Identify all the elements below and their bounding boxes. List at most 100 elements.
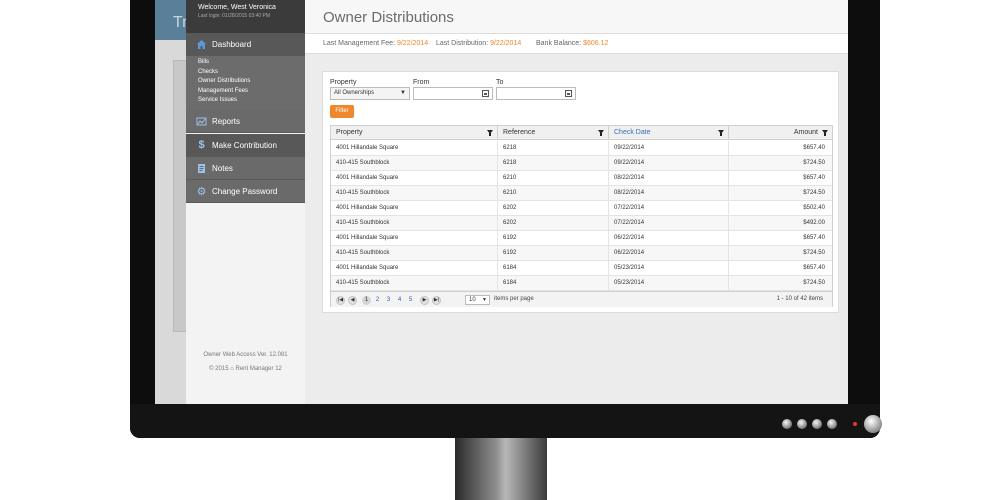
monitor-stage: Tr T 14 14 14 14 14 14 14 14 14 Welcome,…	[0, 0, 1000, 500]
sidebar-item-dashboard[interactable]: Dashboard	[186, 33, 305, 56]
cell-amount: $724.50	[803, 160, 825, 166]
cell-amount: $492.00	[803, 220, 825, 226]
page-size-select[interactable]: 10 ▼	[465, 295, 490, 305]
calendar-icon[interactable]	[565, 90, 572, 97]
notes-icon	[196, 163, 207, 174]
pager-page-2[interactable]: 2	[373, 296, 382, 305]
caret-down-icon: ▼	[482, 297, 487, 303]
table-row[interactable]: 4001 Hillandale Square 6210 08/22/2014 $657…	[331, 171, 832, 186]
property-select[interactable]: All Ownerships ▼	[330, 87, 410, 100]
cell-property: 4001 Hillandale Square	[331, 171, 498, 186]
submenu-item-management-fees[interactable]: Management Fees	[198, 87, 305, 97]
cell-amount: $724.50	[803, 190, 825, 196]
cell-property: 410-415 Southblock	[331, 246, 498, 261]
filter-funnel-icon[interactable]	[822, 130, 828, 136]
submenu-item-owner-distributions[interactable]: Owner Distributions	[198, 77, 305, 87]
caret-down-icon: ▼	[400, 90, 406, 96]
cell-reference: 6184	[498, 276, 609, 291]
balance-value: $606.12	[583, 40, 609, 47]
table-row[interactable]: 410-415 Southblock 6192 06/22/2014 $724.50	[331, 246, 832, 261]
pager-page-1[interactable]: 1	[362, 296, 371, 305]
pager-prev-button[interactable]: ◀	[348, 296, 357, 305]
cell-amount: $724.50	[803, 250, 825, 256]
cell-check-date: 08/22/2014	[609, 171, 729, 186]
filter-button[interactable]: Filter	[330, 105, 354, 118]
sidebar-item-label: Dashboard	[212, 39, 252, 49]
cell-reference: 6202	[498, 216, 609, 231]
submenu-item-checks[interactable]: Checks	[198, 68, 305, 78]
power-led	[853, 422, 857, 426]
rent-manager-logo-icon: ⌂	[230, 366, 234, 372]
cell-check-date: 09/22/2014	[609, 141, 729, 156]
pager-page-3[interactable]: 3	[384, 296, 393, 305]
sidebar-item-change-password[interactable]: ⚙ Change Password	[186, 180, 305, 203]
cell-reference: 6218	[498, 156, 609, 171]
sidebar-item-notes[interactable]: Notes	[186, 157, 305, 180]
cell-property: 4001 Hillandale Square	[331, 141, 498, 156]
table-row[interactable]: 4001 Hillandale Square 6184 05/23/2014 $657…	[331, 261, 832, 276]
cell-check-date: 05/23/2014	[609, 261, 729, 276]
grid-pager: |◀ ◀ 1 2 3 4 5 ▶ ▶| 10 ▼ items per page …	[331, 291, 832, 307]
filter-funnel-icon[interactable]	[598, 130, 604, 136]
from-label: From	[413, 79, 430, 86]
last-fee-value: 9/22/2014	[396, 40, 429, 47]
cell-amount: $657.40	[803, 235, 825, 241]
cell-property: 410-415 Southblock	[331, 186, 498, 201]
monitor-bezel-bottom	[130, 404, 880, 438]
reports-icon	[196, 116, 207, 127]
cell-check-date: 06/22/2014	[609, 231, 729, 246]
pager-first-button[interactable]: |◀	[336, 296, 345, 305]
pager-page-4[interactable]: 4	[395, 296, 404, 305]
calendar-icon[interactable]	[482, 90, 489, 97]
monitor-button[interactable]	[812, 419, 822, 429]
sidebar-item-label: Notes	[212, 163, 233, 173]
monitor-button[interactable]	[827, 419, 837, 429]
cell-reference: 6210	[498, 186, 609, 201]
cell-property: 410-415 Southblock	[331, 216, 498, 231]
submenu-item-bills[interactable]: Bills	[198, 58, 305, 68]
filter-funnel-icon[interactable]	[718, 130, 724, 136]
pager-page-5[interactable]: 5	[406, 296, 415, 305]
from-date-input[interactable]	[413, 87, 493, 100]
dollar-icon: $	[198, 139, 205, 151]
sidebar-item-make-contribution[interactable]: $ Make Contribution	[186, 134, 305, 157]
table-row[interactable]: 4001 Hillandale Square 6218 09/22/2014 $657…	[331, 141, 832, 156]
table-row[interactable]: 4001 Hillandale Square 6202 07/22/2014 $502…	[331, 201, 832, 216]
power-button[interactable]	[864, 415, 882, 433]
column-header-check-date[interactable]: Check Date	[609, 126, 729, 140]
cell-check-date: 07/22/2014	[609, 201, 729, 216]
dashboard-submenu: Bills Checks Owner Distributions Managem…	[186, 56, 305, 110]
monitor-stand	[455, 438, 547, 500]
sidebar-item-reports[interactable]: Reports	[186, 110, 305, 133]
welcome-text: Welcome, West Veronica	[198, 4, 276, 11]
monitor-button[interactable]	[782, 419, 792, 429]
title-bar: Owner Distributions	[305, 0, 848, 34]
monitor-button[interactable]	[797, 419, 807, 429]
last-distribution: Last Distribution: 9/22/2014	[436, 40, 521, 47]
submenu-item-service-issues[interactable]: Service Issues	[198, 96, 305, 106]
pager-last-button[interactable]: ▶|	[432, 296, 441, 305]
column-header-reference[interactable]: Reference	[498, 126, 609, 140]
brand-text: Rent Manager	[235, 366, 274, 372]
sidebar-user-header: Welcome, West Veronica Last login: 01/28…	[186, 0, 305, 33]
table-row[interactable]: 410-415 Southblock 6184 05/23/2014 $724.50	[331, 276, 832, 291]
last-fee-label: Last Management Fee:	[323, 40, 395, 47]
cell-amount: $657.40	[803, 145, 825, 151]
sidebar: Welcome, West Veronica Last login: 01/28…	[186, 0, 305, 404]
cell-check-date: 07/22/2014	[609, 216, 729, 231]
table-row[interactable]: 4001 Hillandale Square 6192 06/22/2014 $657…	[331, 231, 832, 246]
to-date-input[interactable]	[496, 87, 576, 100]
distributions-card: Property All Ownerships ▼ From To Filter…	[322, 71, 839, 313]
column-header-amount[interactable]: Amount	[729, 126, 832, 140]
cell-reference: 6202	[498, 201, 609, 216]
table-row[interactable]: 410-415 Southblock 6218 09/22/2014 $724.50	[331, 156, 832, 171]
last-management-fee: Last Management Fee: 9/22/2014	[323, 40, 428, 47]
table-row[interactable]: 410-415 Southblock 6210 08/22/2014 $724.50	[331, 186, 832, 201]
table-row[interactable]: 410-415 Southblock 6202 07/22/2014 $492.00	[331, 216, 832, 231]
filter-funnel-icon[interactable]	[487, 130, 493, 136]
column-header-property[interactable]: Property	[331, 126, 498, 140]
sidebar-item-label: Reports	[212, 116, 241, 126]
cell-reference: 6184	[498, 261, 609, 276]
sidebar-item-label: Make Contribution	[212, 140, 277, 150]
pager-next-button[interactable]: ▶	[420, 296, 429, 305]
